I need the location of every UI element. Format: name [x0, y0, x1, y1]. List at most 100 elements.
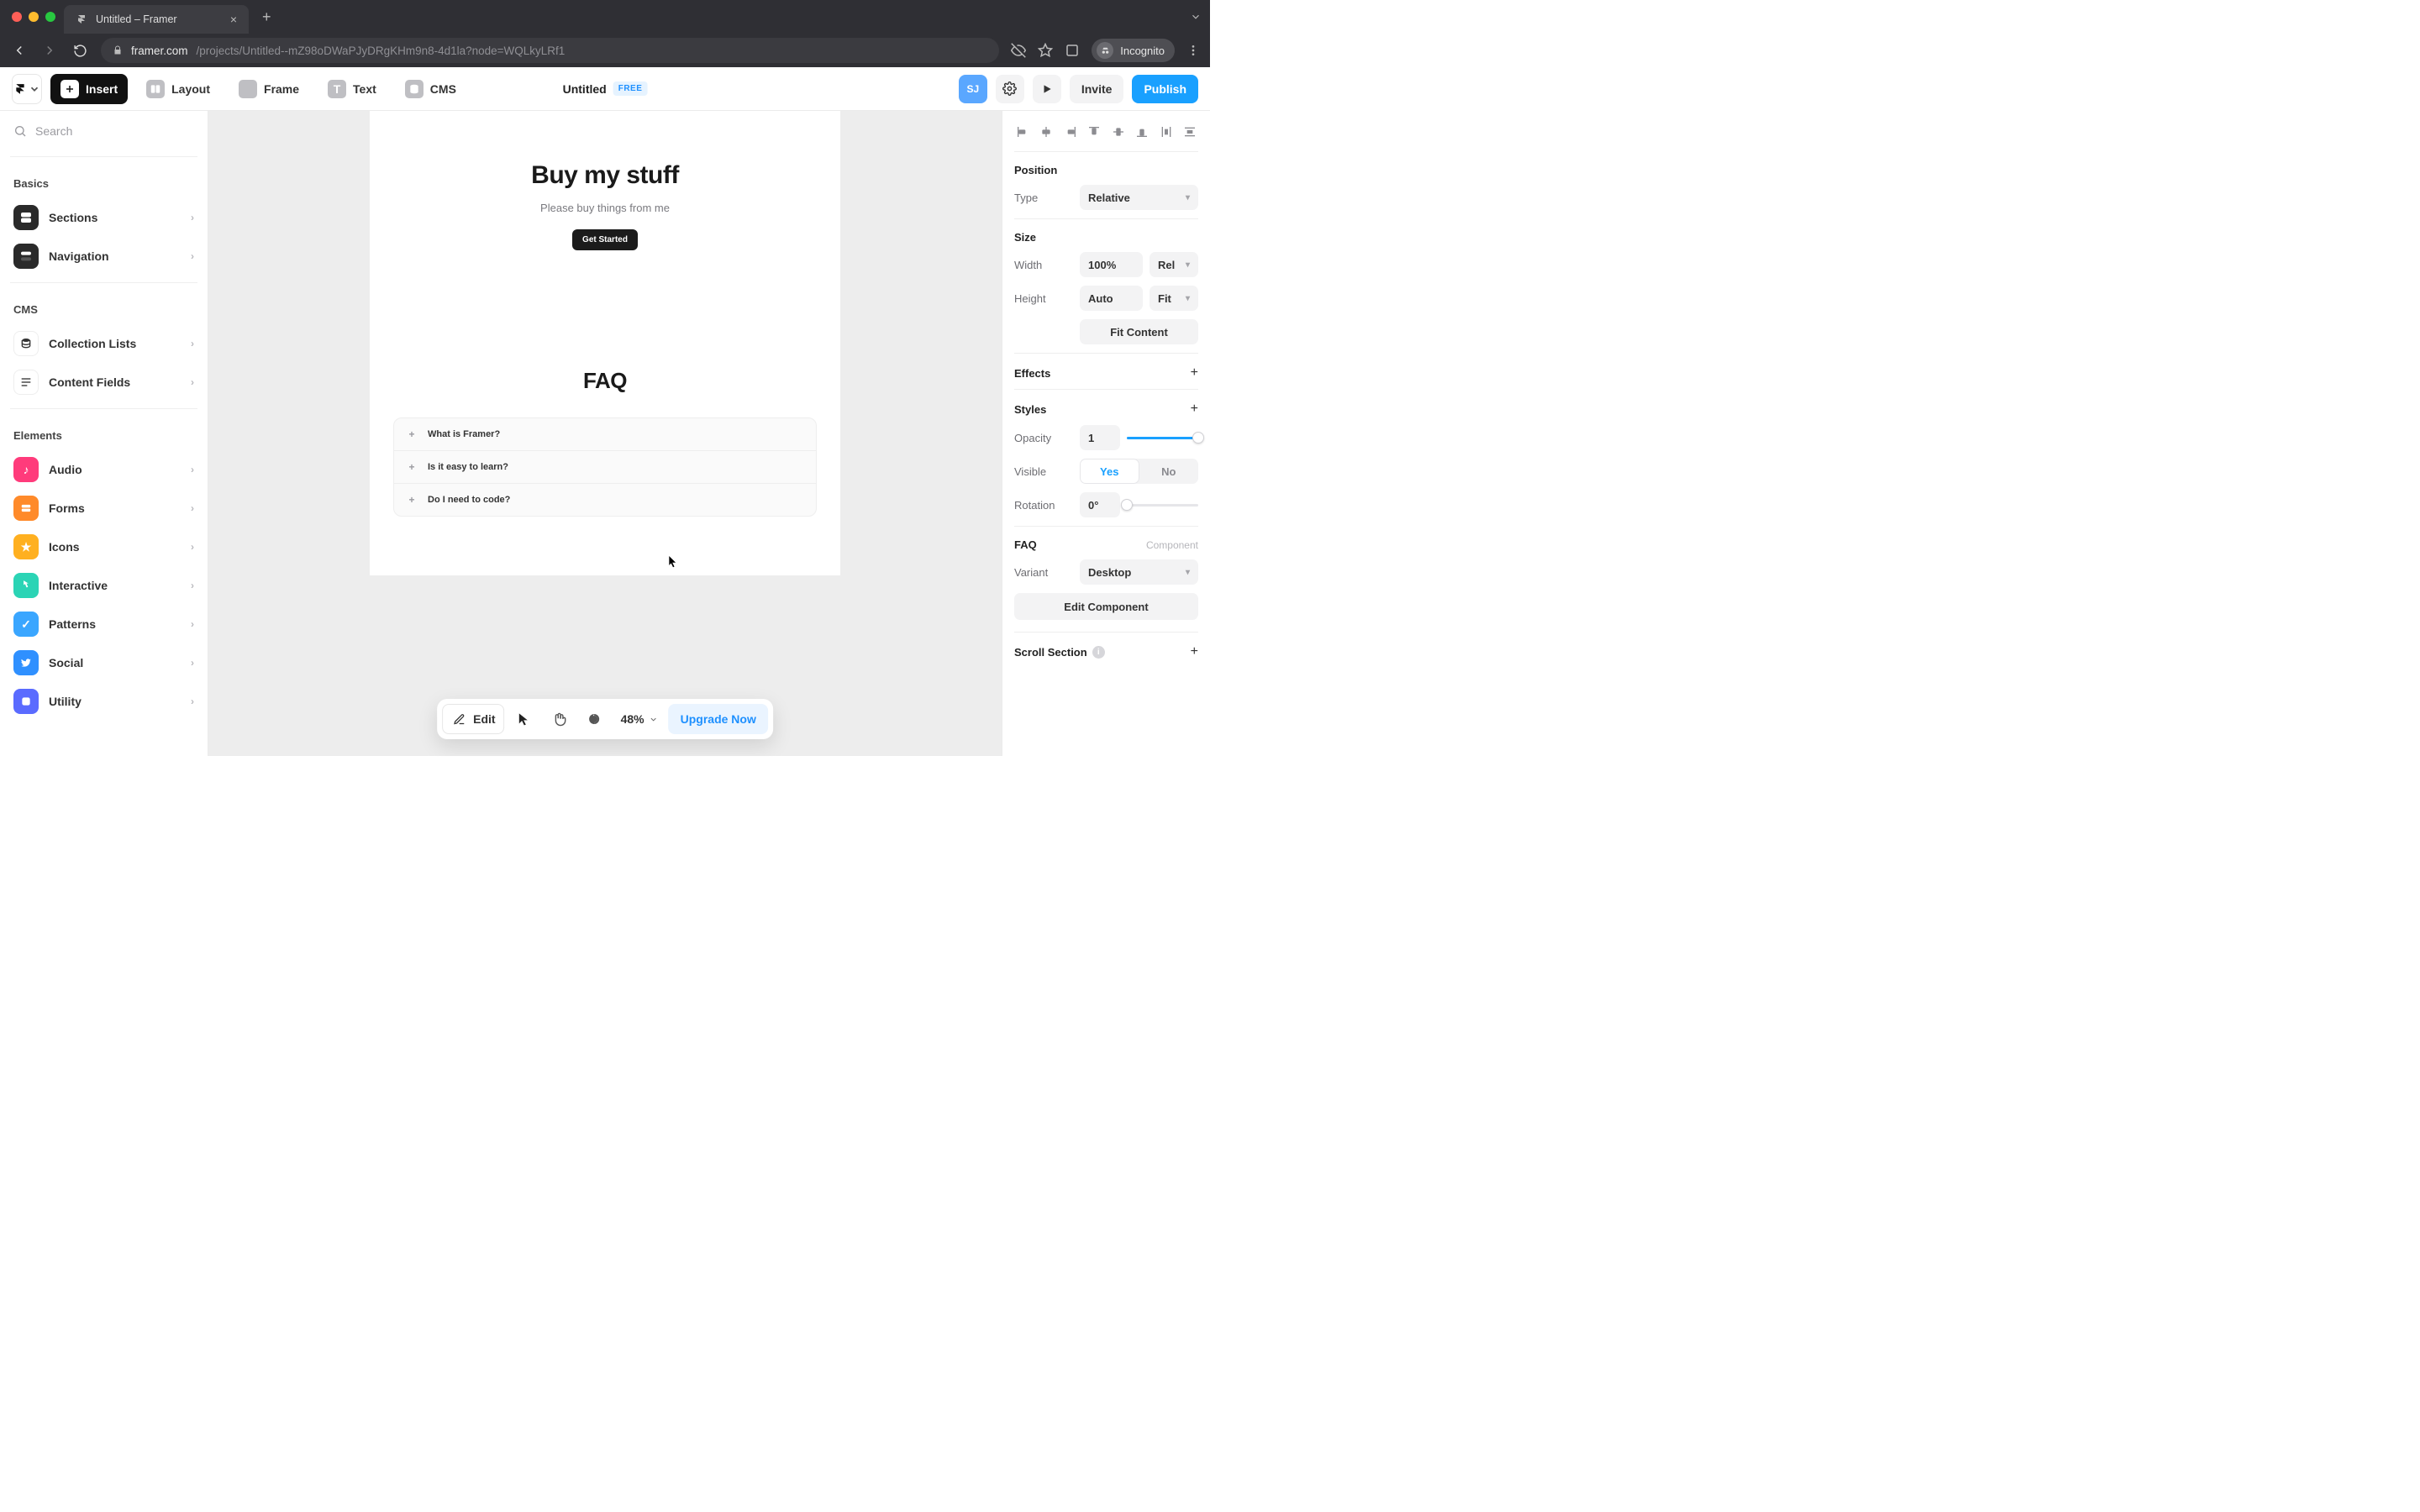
opacity-input[interactable]: 1	[1080, 425, 1120, 450]
position-type-select[interactable]: Relative ▾	[1080, 185, 1198, 210]
insert-search[interactable]: Search	[10, 119, 197, 148]
window-close-icon[interactable]	[12, 12, 22, 22]
insert-item-navigation[interactable]: Navigation ›	[10, 239, 197, 274]
hand-tool-button[interactable]	[544, 704, 576, 734]
insert-item-audio[interactable]: ♪ Audio ›	[10, 452, 197, 487]
utility-icon	[13, 689, 39, 714]
comment-icon	[587, 711, 602, 727]
align-hcenter-icon[interactable]	[1038, 124, 1055, 139]
search-placeholder: Search	[35, 124, 72, 138]
insert-item-label: Collection Lists	[49, 337, 136, 350]
faq-item[interactable]: +What is Framer?	[394, 418, 816, 450]
browser-reload-button[interactable]	[71, 41, 89, 60]
insert-item-sections[interactable]: Sections ›	[10, 200, 197, 235]
chrome-menu-icon[interactable]	[1186, 44, 1200, 57]
align-right-icon[interactable]	[1062, 124, 1079, 139]
insert-item-content-fields[interactable]: Content Fields ›	[10, 365, 197, 400]
incognito-label: Incognito	[1120, 45, 1165, 57]
variant-select[interactable]: Desktop ▾	[1080, 559, 1198, 585]
visible-yes-option[interactable]: Yes	[1080, 459, 1139, 484]
window-zoom-icon[interactable]	[45, 12, 55, 22]
height-unit-select[interactable]: Fit▾	[1150, 286, 1198, 311]
faq-section[interactable]: FAQ +What is Framer? +Is it easy to lear…	[370, 368, 840, 542]
chevron-down-icon: ▾	[1186, 568, 1190, 577]
tabstrip-chevron-icon[interactable]	[1190, 11, 1202, 23]
add-scroll-section-button[interactable]: +	[1191, 644, 1198, 659]
new-tab-button[interactable]: +	[257, 8, 276, 26]
info-icon[interactable]: i	[1092, 646, 1105, 659]
rotation-slider[interactable]	[1127, 492, 1198, 517]
insert-item-social[interactable]: Social ›	[10, 645, 197, 680]
hero-section[interactable]: Buy my stuff Please buy things from me G…	[370, 161, 840, 318]
width-input[interactable]: 100%	[1080, 252, 1143, 277]
chrome-right-icons: Incognito	[1011, 39, 1200, 62]
preview-button[interactable]	[1033, 75, 1061, 103]
visible-no-option[interactable]: No	[1139, 459, 1199, 484]
rotation-input[interactable]: 0°	[1080, 492, 1120, 517]
tab-close-icon[interactable]: ×	[230, 13, 237, 26]
zoom-control[interactable]: 48%	[614, 704, 666, 734]
upgrade-button[interactable]: Upgrade Now	[669, 704, 768, 734]
browser-forward-button[interactable]	[40, 41, 59, 60]
canvas[interactable]: Buy my stuff Please buy things from me G…	[208, 111, 1002, 756]
extensions-icon[interactable]	[1065, 43, 1080, 58]
tool-layout[interactable]: Layout	[136, 74, 220, 104]
fit-content-button[interactable]: Fit Content	[1080, 319, 1198, 344]
tool-insert[interactable]: Insert	[50, 74, 128, 104]
user-avatar[interactable]: SJ	[959, 75, 987, 103]
bookmark-star-icon[interactable]	[1038, 43, 1053, 58]
eye-off-icon[interactable]	[1011, 43, 1026, 58]
tool-text[interactable]: T Text	[318, 74, 387, 104]
incognito-indicator[interactable]: Incognito	[1092, 39, 1175, 62]
document-title-area[interactable]: Untitled FREE	[563, 81, 648, 96]
publish-button[interactable]: Publish	[1132, 75, 1198, 103]
faq-item[interactable]: +Do I need to code?	[394, 483, 816, 516]
add-style-button[interactable]: +	[1191, 402, 1198, 417]
insert-item-interactive[interactable]: Interactive ›	[10, 568, 197, 603]
edit-button[interactable]: Edit	[442, 704, 504, 734]
edit-component-button[interactable]: Edit Component	[1014, 593, 1198, 620]
insert-item-utility[interactable]: Utility ›	[10, 684, 197, 719]
comment-tool-button[interactable]	[579, 704, 611, 734]
align-left-icon[interactable]	[1014, 124, 1031, 139]
insert-item-icons[interactable]: ★ Icons ›	[10, 529, 197, 564]
settings-button[interactable]	[996, 75, 1024, 103]
align-bottom-icon[interactable]	[1134, 124, 1150, 139]
distribute-h-icon[interactable]	[1158, 124, 1175, 139]
macos-traffic-lights[interactable]	[8, 12, 55, 22]
visible-toggle[interactable]: Yes No	[1080, 459, 1198, 484]
insert-item-forms[interactable]: Forms ›	[10, 491, 197, 526]
invite-button[interactable]: Invite	[1070, 75, 1124, 103]
align-top-icon[interactable]	[1086, 124, 1102, 139]
insert-panel: Search Basics Sections › Navigation › CM…	[0, 111, 208, 756]
artboard[interactable]: Buy my stuff Please buy things from me G…	[370, 111, 840, 575]
tool-cms[interactable]: CMS	[395, 74, 466, 104]
prop-fit-content: Fit Content	[1014, 319, 1198, 344]
insert-item-patterns[interactable]: ✓ Patterns ›	[10, 606, 197, 642]
browser-addressbar[interactable]: framer.com/projects/Untitled--mZ98oDWaPJ…	[101, 38, 999, 63]
select-tool-button[interactable]	[508, 704, 540, 734]
document-title: Untitled	[563, 82, 607, 96]
add-effect-button[interactable]: +	[1191, 365, 1198, 381]
framer-menu-button[interactable]	[12, 74, 42, 104]
chevron-right-icon: ›	[191, 464, 194, 475]
variant-value: Desktop	[1088, 566, 1131, 579]
scroll-section-label: Scroll Section	[1014, 646, 1087, 659]
tool-frame[interactable]: Frame	[229, 74, 309, 104]
faq-item[interactable]: +Is it easy to learn?	[394, 450, 816, 483]
width-unit-select[interactable]: Rel▾	[1150, 252, 1198, 277]
height-input[interactable]: Auto	[1080, 286, 1143, 311]
align-vcenter-icon[interactable]	[1110, 124, 1127, 139]
browser-tab-title: Untitled – Framer	[96, 13, 177, 25]
hero-title: Buy my stuff	[403, 161, 807, 190]
opacity-slider[interactable]	[1127, 425, 1198, 450]
distribute-v-icon[interactable]	[1181, 124, 1198, 139]
hero-cta-button[interactable]: Get Started	[572, 229, 638, 250]
insert-item-collection-lists[interactable]: Collection Lists ›	[10, 326, 197, 361]
browser-tab[interactable]: Untitled – Framer ×	[64, 5, 249, 34]
browser-back-button[interactable]	[10, 41, 29, 60]
window-minimize-icon[interactable]	[29, 12, 39, 22]
tool-cms-label: CMS	[430, 82, 456, 96]
divider	[10, 156, 197, 157]
width-unit-value: Rel	[1158, 259, 1175, 271]
